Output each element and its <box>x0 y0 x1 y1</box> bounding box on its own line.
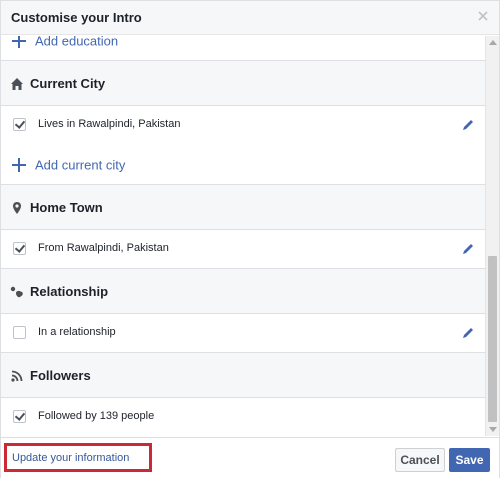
update-information-link[interactable]: Update your information <box>12 452 129 464</box>
scrollbar-thumb[interactable] <box>488 256 497 422</box>
pencil-icon[interactable] <box>461 118 475 132</box>
add-education-link[interactable]: Add education <box>35 36 118 49</box>
dialog-title: Customise your Intro <box>11 10 142 25</box>
followers-checkbox[interactable] <box>13 410 26 423</box>
section-title: Relationship <box>30 284 109 299</box>
customise-intro-dialog: Customise your Intro Add education Curre… <box>0 0 500 478</box>
section-title: Followers <box>30 368 91 383</box>
home-icon <box>11 78 23 90</box>
home-town-row: From Rawalpindi, Pakistan <box>1 230 485 268</box>
section-home-town: Home Town <box>1 184 485 230</box>
relationship-checkbox[interactable] <box>13 326 26 339</box>
plus-icon <box>12 158 26 172</box>
section-title: Current City <box>30 76 106 91</box>
add-education-row[interactable]: Add education <box>1 36 485 60</box>
update-information-highlight: Update your information <box>4 443 152 472</box>
section-current-city: Current City <box>1 60 485 106</box>
section-title: Home Town <box>30 200 103 215</box>
section-relationship: Relationship <box>1 268 485 314</box>
add-current-city-link[interactable]: Add current city <box>35 158 125 173</box>
cancel-button[interactable]: Cancel <box>395 448 445 472</box>
close-icon[interactable] <box>476 9 490 23</box>
location-pin-icon <box>13 202 21 214</box>
vertical-scrollbar[interactable] <box>485 36 499 436</box>
pencil-icon[interactable] <box>461 242 475 256</box>
current-city-text: Lives in Rawalpindi, Pakistan <box>38 118 181 130</box>
dialog-footer: Update your information Cancel Save <box>1 437 499 478</box>
rss-icon <box>11 370 23 382</box>
dialog-header: Customise your Intro <box>1 1 499 35</box>
current-city-row: Lives in Rawalpindi, Pakistan <box>1 106 485 144</box>
scroll-up-arrow-icon[interactable] <box>489 40 497 45</box>
save-button[interactable]: Save <box>449 448 490 472</box>
add-current-city-row[interactable]: Add current city <box>1 146 485 184</box>
dialog-body[interactable]: Add education Current City Lives in Rawa… <box>1 36 499 436</box>
relationship-row: In a relationship <box>1 314 485 352</box>
plus-icon <box>12 36 26 48</box>
followers-text: Followed by 139 people <box>38 410 155 422</box>
relationship-icon <box>10 286 23 298</box>
current-city-checkbox[interactable] <box>13 118 26 131</box>
relationship-text: In a relationship <box>38 326 116 338</box>
section-followers: Followers <box>1 352 485 398</box>
home-town-checkbox[interactable] <box>13 242 26 255</box>
followers-row: Followed by 139 people <box>1 398 485 436</box>
home-town-text: From Rawalpindi, Pakistan <box>38 242 169 254</box>
scroll-down-arrow-icon[interactable] <box>489 427 497 432</box>
pencil-icon[interactable] <box>461 326 475 340</box>
